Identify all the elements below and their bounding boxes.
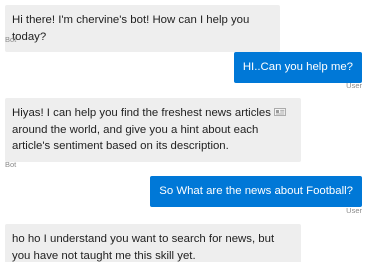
sender-label: Bot — [5, 35, 17, 44]
chat-transcript: Hi there! I'm chervine's bot! How can I … — [0, 0, 371, 262]
message-text: So What are the news about Football? — [159, 185, 353, 197]
newspaper-icon — [274, 105, 287, 116]
bot-message: ho ho I understand you want to search fo… — [5, 224, 301, 262]
bot-message: Hiyas! I can help you find the freshest … — [5, 98, 301, 162]
message-text: Hiyas! I can help you find the freshest … — [12, 107, 271, 119]
user-message: HI..Can you help me? — [233, 52, 362, 83]
message-text: around the world, and give you a hint ab… — [12, 123, 259, 153]
message-text: ho ho I understand you want to search fo… — [12, 233, 275, 262]
message-text: Hi there! I'm chervine's bot! How can I … — [12, 14, 250, 43]
sender-label: Bot — [5, 160, 17, 169]
user-message: So What are the news about Football? — [150, 176, 362, 207]
bot-message: Hi there! I'm chervine's bot! How can I … — [5, 5, 280, 52]
message-text: HI..Can you help me? — [242, 61, 353, 73]
sender-label: User — [346, 81, 362, 90]
sender-label: User — [346, 206, 362, 215]
